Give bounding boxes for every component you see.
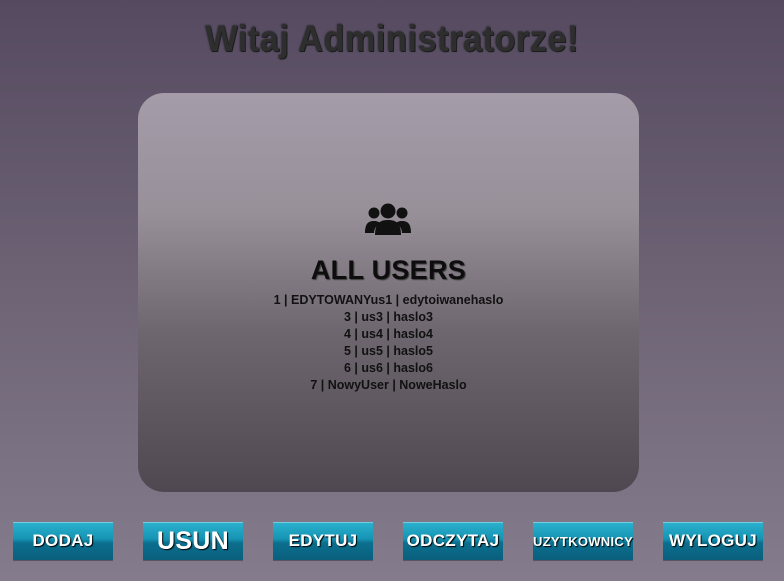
list-item: 3 | us3 | haslo3 [344,310,433,324]
list-item: 5 | us5 | haslo5 [344,344,433,358]
users-icon [365,203,411,235]
users-button[interactable]: UZYTKOWNICY [533,522,633,560]
edit-button[interactable]: EDYTUJ [273,522,373,560]
add-button[interactable]: DODAJ [13,522,113,560]
page-title: Witaj Administratorze! [205,18,579,59]
users-heading: ALL USERS [310,255,467,285]
bottom-nav: DODAJ USUN EDYTUJ ODCZYTAJ UZYTKOWNICY W… [0,522,784,562]
list-item: 4 | us4 | haslo4 [344,327,433,341]
logout-button[interactable]: WYLOGUJ [663,522,763,560]
list-item: 7 | NowyUser | NoweHaslo [310,378,467,392]
list-item: 1 | EDYTOWANYus1 | edytoiwanehaslo [273,293,504,307]
delete-button[interactable]: USUN [143,522,243,560]
users-panel: ALL USERS 1 | EDYTOWANYus1 | edytoiwaneh… [138,93,639,492]
read-button[interactable]: ODCZYTAJ [403,522,503,560]
user-list: 1 | EDYTOWANYus1 | edytoiwanehaslo 3 | u… [138,292,639,394]
list-item: 6 | us6 | haslo6 [344,361,433,375]
